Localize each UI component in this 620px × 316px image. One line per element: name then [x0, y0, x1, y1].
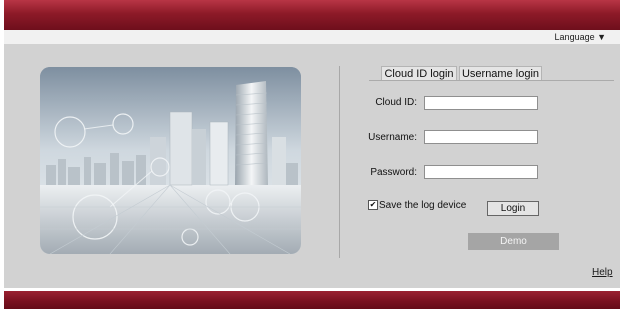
- city-skyline-illustration: [40, 67, 301, 254]
- tab-username-login[interactable]: Username login: [459, 66, 542, 81]
- cloud-id-field[interactable]: [424, 96, 538, 110]
- username-field[interactable]: [424, 130, 538, 144]
- save-log-device-label: Save the log device: [379, 200, 467, 211]
- bottom-strip: [4, 309, 620, 316]
- cloud-id-label: Cloud ID:: [375, 97, 417, 108]
- bottom-banner: [4, 291, 620, 309]
- demo-button[interactable]: Demo: [468, 233, 559, 250]
- top-banner: [4, 0, 620, 30]
- save-log-device-option[interactable]: ✔ Save the log device: [368, 200, 466, 211]
- tab-underline: [369, 80, 614, 81]
- tab-cloud-id-login[interactable]: Cloud ID login: [381, 66, 457, 81]
- language-dropdown[interactable]: Language ▼: [555, 30, 606, 44]
- username-label: Username:: [368, 132, 417, 143]
- password-field[interactable]: [424, 165, 538, 179]
- vertical-divider: [339, 66, 340, 258]
- login-button[interactable]: Login: [487, 201, 539, 216]
- language-bar: Language ▼: [4, 30, 620, 44]
- city-skyline-icon: [40, 67, 301, 254]
- save-log-device-checkbox[interactable]: ✔: [368, 200, 378, 211]
- help-link[interactable]: Help: [592, 267, 613, 278]
- password-label: Password:: [370, 167, 417, 178]
